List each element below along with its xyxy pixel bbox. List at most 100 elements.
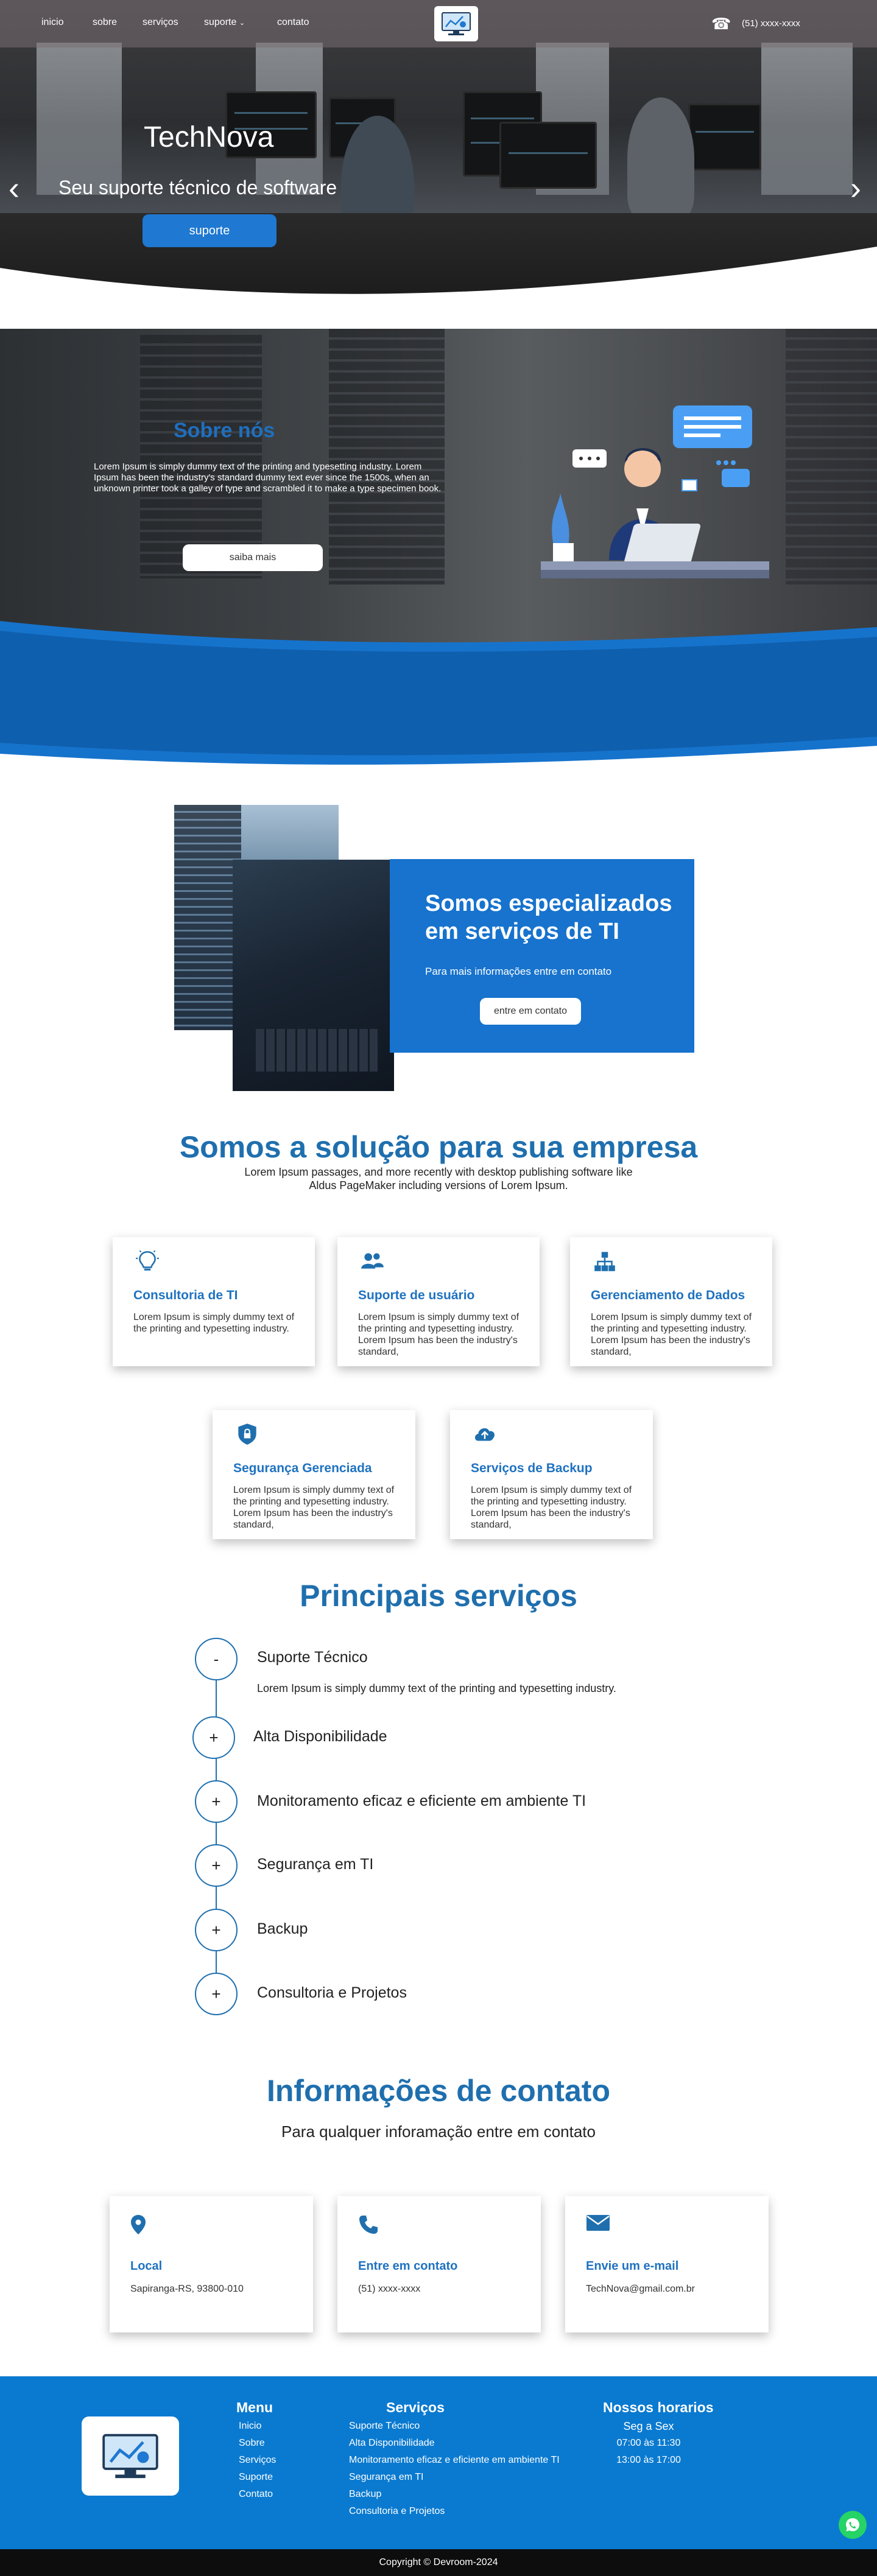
card-text: Lorem Ipsum is simply dummy text of the … bbox=[591, 1312, 752, 1357]
toggle-alta-disponibilidade-button[interactable]: + bbox=[192, 1716, 235, 1759]
service-item-seguranca-ti[interactable]: Segurança em TI bbox=[257, 1856, 373, 1873]
whatsapp-button[interactable] bbox=[839, 2511, 867, 2539]
nav-link-suporte[interactable]: suporte ⌄ bbox=[204, 17, 245, 28]
contact-title: Informações de contato bbox=[267, 2074, 610, 2108]
nav-link-contato[interactable]: contato bbox=[277, 17, 309, 28]
about-title: Sobre nós bbox=[174, 419, 275, 442]
card-title: Gerenciamento de Dados bbox=[591, 1288, 745, 1302]
service-item-monitoramento[interactable]: Monitoramento eficaz e eficiente em ambi… bbox=[257, 1792, 586, 1810]
support-agent-illustration-icon bbox=[541, 405, 769, 578]
background-server-rack bbox=[329, 329, 445, 584]
solution-card: Segurança Gerenciada Lorem Ipsum is simp… bbox=[213, 1410, 415, 1539]
card-text: Lorem Ipsum is simply dummy text of the … bbox=[358, 1312, 520, 1357]
hero-wave bbox=[0, 247, 877, 311]
service-item-consultoria-projetos[interactable]: Consultoria e Projetos bbox=[257, 1984, 407, 2002]
contact-subtitle: Para qualquer inforamação entre em conta… bbox=[281, 2122, 596, 2141]
users-icon bbox=[361, 1253, 384, 1269]
nav-link-servicos[interactable]: serviços bbox=[143, 17, 178, 28]
card-title: Envie um e-mail bbox=[586, 2259, 679, 2273]
card-text: Sapiranga-RS, 93800-010 bbox=[130, 2284, 244, 2294]
background-server-rack bbox=[140, 335, 262, 578]
background-monitor bbox=[499, 122, 597, 189]
footer: Menu Inicio Sobre Serviços Suporte Conta… bbox=[0, 2376, 877, 2549]
toggle-monitoramento-button[interactable]: + bbox=[195, 1780, 238, 1823]
learn-more-button[interactable]: saiba mais bbox=[183, 544, 323, 571]
footer-menu-list: Inicio Sobre Serviços Suporte Contato bbox=[239, 2418, 276, 2503]
carousel-prev-arrow-icon[interactable]: ‹ bbox=[9, 172, 19, 205]
background-monitor bbox=[688, 104, 761, 170]
contact-card-email: Envie um e-mail TechNova@gmail.com.br bbox=[565, 2196, 769, 2332]
about-text: Lorem Ipsum is simply dummy text of the … bbox=[94, 462, 442, 494]
cloud-upload-icon bbox=[474, 1428, 495, 1441]
computer-logo-icon bbox=[102, 2434, 158, 2479]
solutions-title: Somos a solução para sua empresa bbox=[179, 1130, 698, 1164]
carousel-next-arrow-icon[interactable]: › bbox=[850, 172, 861, 205]
footer-menu-title: Menu bbox=[236, 2399, 273, 2415]
envelope-icon bbox=[586, 2215, 610, 2231]
toggle-suporte-tecnico-button[interactable]: - bbox=[195, 1638, 238, 1680]
hero-subtitle: Seu suporte técnico de software bbox=[58, 177, 337, 198]
card-text: (51) xxxx-xxxx bbox=[358, 2284, 421, 2294]
footer-link-suporte-tecnico[interactable]: Suporte Técnico bbox=[349, 2418, 560, 2435]
footer-hours-title: Nossos horarios bbox=[603, 2399, 714, 2415]
contact-card-phone: Entre em contato (51) xxxx-xxxx bbox=[337, 2196, 541, 2332]
computer-logo-icon bbox=[442, 12, 471, 35]
footer-link-consultoria-projetos[interactable]: Consultoria e Projetos bbox=[349, 2503, 560, 2520]
service-item-backup[interactable]: Backup bbox=[257, 1920, 308, 1938]
solutions-text: Lorem Ipsum passages, and more recently … bbox=[244, 1166, 633, 1191]
background-person bbox=[627, 97, 694, 219]
contact-us-button[interactable]: entre em contato bbox=[480, 998, 581, 1025]
nav-link-inicio[interactable]: inicio bbox=[41, 17, 63, 28]
phone-icon bbox=[359, 2216, 378, 2234]
toggle-consultoria-projetos-button[interactable]: + bbox=[195, 1973, 238, 2015]
solution-card: Suporte de usuário Lorem Ipsum is simply… bbox=[337, 1237, 540, 1366]
footer-link-sobre[interactable]: Sobre bbox=[239, 2435, 276, 2452]
footer-link-inicio[interactable]: Inicio bbox=[239, 2418, 276, 2435]
logo[interactable] bbox=[434, 6, 478, 41]
footer-hours-morning: 07:00 às 11:30 bbox=[616, 2438, 681, 2448]
hero-title: TechNova bbox=[144, 121, 274, 153]
card-text: TechNova@gmail.com.br bbox=[586, 2284, 695, 2294]
hierarchy-icon bbox=[594, 1252, 615, 1271]
map-pin-icon bbox=[131, 2215, 146, 2234]
toggle-backup-button[interactable]: + bbox=[195, 1909, 238, 1951]
card-title: Segurança Gerenciada bbox=[233, 1461, 372, 1475]
background-window bbox=[761, 43, 853, 195]
specialized-title: Somos especializados em serviços de TI bbox=[425, 891, 672, 944]
keyboard-keys-photo bbox=[256, 1029, 378, 1072]
copyright-bar: Copyright © Devroom-2024 bbox=[0, 2549, 877, 2576]
footer-link-contato[interactable]: Contato bbox=[239, 2486, 276, 2503]
card-title: Entre em contato bbox=[358, 2259, 458, 2273]
footer-link-monitoramento[interactable]: Monitoramento eficaz e eficiente em ambi… bbox=[349, 2452, 560, 2469]
footer-link-servicos[interactable]: Serviços bbox=[239, 2452, 276, 2469]
card-text: Lorem Ipsum is simply dummy text of the … bbox=[471, 1485, 632, 1530]
footer-link-alta-disponibilidade[interactable]: Alta Disponibilidade bbox=[349, 2435, 560, 2452]
card-title: Local bbox=[130, 2259, 163, 2273]
footer-services-list: Suporte Técnico Alta Disponibilidade Mon… bbox=[349, 2418, 560, 2520]
card-title: Serviços de Backup bbox=[471, 1461, 593, 1475]
header-phone-number: (51) xxxx-xxxx bbox=[742, 18, 800, 29]
card-text: Lorem Ipsum is simply dummy text of the … bbox=[233, 1485, 395, 1530]
card-title: Suporte de usuário bbox=[358, 1288, 475, 1302]
services-title: Principais serviços bbox=[300, 1579, 577, 1613]
footer-services-title: Serviços bbox=[386, 2399, 445, 2415]
service-item-suporte-tecnico[interactable]: Suporte Técnico bbox=[257, 1649, 368, 1666]
toggle-seguranca-ti-button[interactable]: + bbox=[195, 1844, 238, 1887]
specialized-info: Para mais informações entre em contato bbox=[425, 966, 612, 977]
support-button[interactable]: suporte bbox=[143, 214, 276, 247]
solution-card: Gerenciamento de Dados Lorem Ipsum is si… bbox=[570, 1237, 772, 1366]
server-rack-photo bbox=[174, 805, 241, 1030]
footer-link-seguranca-ti[interactable]: Segurança em TI bbox=[349, 2469, 560, 2486]
chevron-down-icon: ⌄ bbox=[239, 19, 245, 27]
solution-card: Consultoria de TI Lorem Ipsum is simply … bbox=[113, 1237, 315, 1366]
specialized-panel: Somos especializados em serviços de TI P… bbox=[390, 859, 694, 1053]
shield-icon bbox=[238, 1423, 256, 1445]
service-description: Lorem Ipsum is simply dummy text of the … bbox=[257, 1682, 616, 1694]
service-item-alta-disponibilidade[interactable]: Alta Disponibilidade bbox=[253, 1728, 387, 1746]
nav-link-sobre[interactable]: sobre bbox=[93, 17, 117, 28]
footer-logo[interactable] bbox=[82, 2416, 179, 2496]
footer-link-backup[interactable]: Backup bbox=[349, 2486, 560, 2503]
footer-link-suporte[interactable]: Suporte bbox=[239, 2469, 276, 2486]
solution-card: Serviços de Backup Lorem Ipsum is simply… bbox=[450, 1410, 653, 1539]
contact-card-location: Local Sapiranga-RS, 93800-010 bbox=[110, 2196, 313, 2332]
